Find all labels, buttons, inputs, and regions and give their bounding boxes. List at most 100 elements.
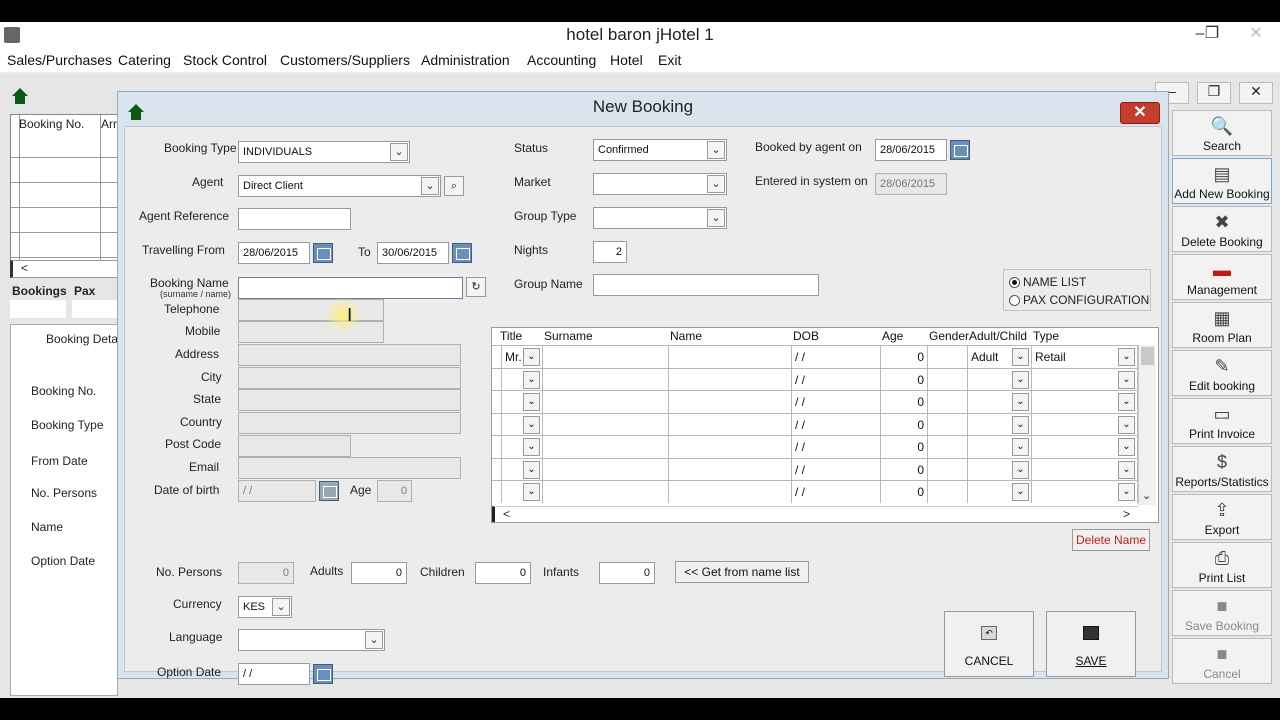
grid-cell-surname[interactable] bbox=[543, 436, 669, 458]
chevron-down-icon[interactable]: ⌄ bbox=[1118, 460, 1135, 479]
grid-cell-type[interactable]: ⌄ bbox=[1032, 436, 1138, 458]
menu-item[interactable]: Customers/Suppliers bbox=[280, 52, 410, 68]
chevron-down-icon[interactable]: ⌄ bbox=[1012, 370, 1029, 389]
grid-cell-name[interactable] bbox=[669, 436, 792, 458]
scroll-right-icon[interactable]: > bbox=[1123, 507, 1130, 521]
chevron-down-icon[interactable]: ⌄ bbox=[523, 370, 540, 389]
chevron-down-icon[interactable]: ⌄ bbox=[1012, 393, 1029, 411]
chevron-down-icon[interactable]: ⌄ bbox=[1118, 370, 1135, 389]
chevron-down-icon[interactable]: ⌄ bbox=[523, 483, 540, 501]
infants-input[interactable]: 0 bbox=[599, 562, 655, 584]
sidebar-button[interactable]: ■ Cancel bbox=[1172, 638, 1272, 684]
market-select[interactable]: ⌄ bbox=[593, 173, 727, 195]
chevron-down-icon[interactable]: ⌄ bbox=[1012, 483, 1029, 501]
save-button[interactable]: SAVE bbox=[1046, 611, 1136, 677]
table-hscroll[interactable]: < bbox=[10, 260, 118, 278]
chevron-down-icon[interactable]: ⌄ bbox=[1118, 483, 1135, 501]
grid-cell-surname[interactable] bbox=[543, 481, 669, 503]
agent-select[interactable]: Direct Client ⌄ bbox=[238, 175, 441, 197]
chevron-down-icon[interactable]: ⌄ bbox=[1012, 415, 1029, 434]
menu-item[interactable]: Sales/Purchases bbox=[7, 52, 112, 68]
grid-cell-title[interactable]: ⌄ bbox=[502, 481, 543, 503]
chevron-down-icon[interactable]: ⌄ bbox=[1118, 415, 1135, 434]
grid-cell-dob[interactable]: / / bbox=[792, 481, 881, 503]
grid-cell-gender[interactable] bbox=[928, 368, 968, 391]
grid-cell-dob[interactable]: / / bbox=[792, 391, 881, 413]
calendar-icon[interactable] bbox=[950, 140, 970, 160]
grid-cell-age[interactable]: 0 bbox=[881, 481, 928, 503]
language-select[interactable]: ⌄ bbox=[238, 629, 385, 651]
menu-item[interactable]: Exit bbox=[658, 52, 681, 68]
grid-cell-title[interactable]: ⌄ bbox=[502, 458, 543, 481]
children-input[interactable]: 0 bbox=[475, 562, 531, 584]
grid-cell-dob[interactable]: / / bbox=[792, 368, 881, 391]
grid-cell-surname[interactable] bbox=[543, 368, 669, 391]
grid-cell-surname[interactable] bbox=[543, 391, 669, 413]
state-input[interactable] bbox=[238, 389, 461, 411]
sidebar-button[interactable]: ▭ Print Invoice bbox=[1172, 398, 1272, 444]
sidebar-button[interactable]: $ Reports/Statistics bbox=[1172, 446, 1272, 492]
option-date-input[interactable]: / / bbox=[238, 663, 310, 685]
name-list-radio[interactable] bbox=[1009, 277, 1020, 288]
grid-cell-name[interactable] bbox=[669, 391, 792, 413]
chevron-down-icon[interactable]: ⌄ bbox=[523, 460, 540, 479]
booking-name-input[interactable] bbox=[238, 277, 463, 299]
chevron-down-icon[interactable]: ⌄ bbox=[1012, 438, 1029, 456]
chevron-down-icon[interactable]: ⌄ bbox=[523, 438, 540, 456]
grid-cell-gender[interactable] bbox=[928, 481, 968, 503]
grid-cell-adult-child[interactable]: ⌄ bbox=[968, 436, 1032, 458]
chevron-down-icon[interactable]: ⌄ bbox=[523, 415, 540, 434]
travelling-to-input[interactable]: 30/06/2015 bbox=[377, 242, 449, 264]
grid-cell-gender[interactable] bbox=[928, 391, 968, 413]
group-type-select[interactable]: ⌄ bbox=[593, 207, 727, 229]
grid-cell-title[interactable]: ⌄ bbox=[502, 436, 543, 458]
menu-item[interactable]: Hotel bbox=[610, 52, 643, 68]
grid-cell-name[interactable] bbox=[669, 458, 792, 481]
menu-item[interactable]: Accounting bbox=[527, 52, 596, 68]
binoculars-icon[interactable]: ⌕ bbox=[444, 176, 464, 196]
sidebar-button[interactable]: ▬ Management bbox=[1172, 254, 1272, 300]
sidebar-button[interactable]: ⇪ Export bbox=[1172, 494, 1272, 540]
frame-close-icon[interactable]: ✕ bbox=[1239, 82, 1273, 104]
calendar-icon[interactable] bbox=[313, 243, 333, 263]
chevron-down-icon[interactable]: ⌄ bbox=[1118, 348, 1135, 366]
grid-cell-type[interactable]: ⌄ bbox=[1032, 368, 1138, 391]
tab-bookings[interactable]: Bookings bbox=[12, 284, 67, 298]
grid-cell-dob[interactable]: / / bbox=[792, 436, 881, 458]
grid-cell-age[interactable]: 0 bbox=[881, 391, 928, 413]
grid-cell-adult-child[interactable]: ⌄ bbox=[968, 481, 1032, 503]
sidebar-button[interactable]: 🔍 Search bbox=[1172, 110, 1272, 156]
group-name-input[interactable] bbox=[593, 274, 819, 296]
tab-pax[interactable]: Pax bbox=[74, 284, 95, 298]
calendar-icon[interactable] bbox=[452, 243, 472, 263]
grid-cell-dob[interactable]: / / bbox=[792, 413, 881, 436]
grid-row[interactable]: ⌄ / /0 ⌄ ⌄ bbox=[492, 367, 1138, 391]
frame-restore-icon[interactable]: ❐ bbox=[1197, 82, 1231, 104]
grid-row[interactable]: ⌄ / /0 ⌄ ⌄ bbox=[492, 435, 1138, 458]
status-select[interactable]: Confirmed ⌄ bbox=[593, 139, 727, 161]
grid-row[interactable]: ⌄ / /0 ⌄ ⌄ bbox=[492, 390, 1138, 413]
grid-cell-name[interactable] bbox=[669, 413, 792, 436]
grid-cell-gender[interactable] bbox=[928, 346, 968, 368]
sidebar-button[interactable]: ▤ Add New Booking bbox=[1172, 158, 1272, 204]
menu-item[interactable]: Catering bbox=[118, 52, 171, 68]
booking-type-select[interactable]: INDIVIDUALS ⌄ bbox=[238, 141, 410, 163]
chevron-down-icon[interactable]: ⌄ bbox=[1012, 460, 1029, 479]
scroll-left-icon[interactable]: < bbox=[503, 507, 510, 521]
calendar-icon[interactable] bbox=[319, 481, 339, 501]
home-icon[interactable] bbox=[12, 88, 28, 104]
grid-cell-type[interactable]: ⌄ bbox=[1032, 458, 1138, 481]
grid-cell-title[interactable]: ⌄ bbox=[502, 413, 543, 436]
sidebar-button[interactable]: ✖ Delete Booking bbox=[1172, 206, 1272, 252]
restore-icon[interactable]: ❐ bbox=[1200, 24, 1224, 44]
grid-cell-title[interactable]: ⌄ bbox=[502, 368, 543, 391]
chevron-down-icon[interactable]: ⌄ bbox=[1012, 348, 1029, 366]
grid-row[interactable]: ⌄ / /0 ⌄ ⌄ bbox=[492, 480, 1138, 503]
grid-vscroll[interactable]: ⌄ bbox=[1138, 345, 1156, 505]
address-input[interactable] bbox=[238, 344, 461, 366]
grid-hscroll[interactable]: < > bbox=[492, 506, 1138, 522]
chevron-down-icon[interactable]: ⌄ bbox=[523, 348, 540, 366]
grid-cell-gender[interactable] bbox=[928, 458, 968, 481]
travelling-from-input[interactable]: 28/06/2015 bbox=[238, 242, 310, 264]
grid-cell-title[interactable]: ⌄ bbox=[502, 391, 543, 413]
